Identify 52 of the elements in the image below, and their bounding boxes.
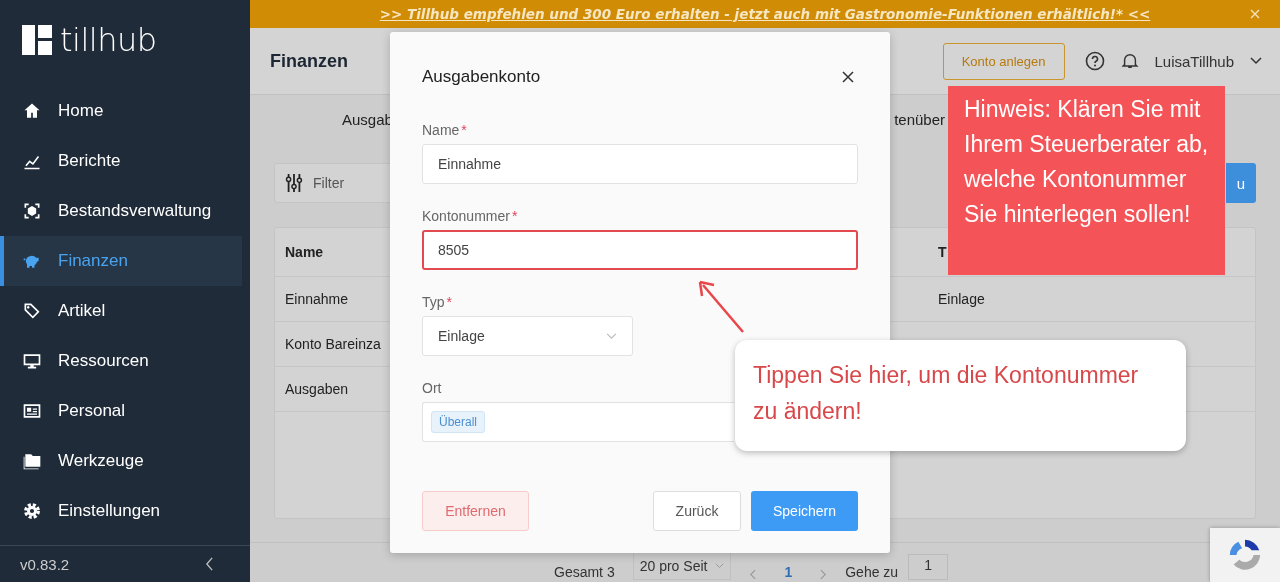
field-label: Kontonummer* bbox=[422, 208, 519, 224]
chevron-down-icon[interactable] bbox=[1250, 57, 1262, 65]
logo-icon bbox=[22, 25, 52, 55]
field-label: Typ* bbox=[422, 294, 454, 310]
back-button[interactable]: Zurück bbox=[653, 491, 741, 531]
nav-icon bbox=[22, 201, 42, 221]
bell-icon[interactable] bbox=[1120, 51, 1139, 71]
nav-item[interactable]: Finanzen bbox=[0, 236, 242, 286]
dialog-title: Ausgabenkonto bbox=[422, 67, 541, 87]
nav-icon bbox=[22, 301, 42, 321]
nav-icon bbox=[22, 101, 42, 121]
nav-icon bbox=[22, 401, 42, 421]
user-menu[interactable]: LuisaTillhub bbox=[1154, 52, 1234, 70]
goto-field[interactable]: 1 bbox=[908, 554, 948, 580]
table-cell: Einlage bbox=[938, 291, 985, 307]
help-icon[interactable] bbox=[1084, 51, 1105, 71]
nav-item[interactable]: Personal bbox=[0, 386, 242, 436]
input-field[interactable]: 8505 bbox=[422, 230, 858, 270]
nav-item[interactable]: Einstellungen bbox=[0, 486, 242, 536]
table-cell: Ausgaben bbox=[285, 381, 349, 397]
column-header: Name bbox=[285, 244, 324, 260]
type-select[interactable]: Einlage bbox=[422, 316, 633, 356]
collapse-icon[interactable] bbox=[205, 557, 214, 571]
location-tag: Überall bbox=[431, 411, 485, 433]
nav-item[interactable]: Werkzeuge bbox=[0, 436, 242, 486]
field-label: Name* bbox=[422, 122, 468, 138]
chevron-down-icon bbox=[606, 332, 617, 340]
column-header: T bbox=[938, 244, 947, 260]
chevron-down-icon bbox=[715, 563, 725, 569]
logo-text: tillhub bbox=[60, 21, 157, 59]
sliders-icon bbox=[285, 173, 303, 193]
table-cell: Einnahme bbox=[285, 291, 349, 307]
nav-item[interactable]: Home bbox=[0, 86, 242, 136]
goto-label: Gehe zu bbox=[845, 564, 899, 580]
hint-tooltip: Hinweis: Klären Sie mit Ihrem Steuerberater ab, welche Kontonummer Sie hinterlegen sollen! bbox=[948, 86, 1225, 275]
nav-item[interactable]: Ressourcen bbox=[0, 336, 242, 386]
instruction-tooltip: Tippen Sie hier, um die Kontonummer zu ändern! bbox=[735, 340, 1186, 451]
nav-icon bbox=[22, 451, 42, 471]
nav-item[interactable]: Berichte bbox=[0, 136, 242, 186]
tab[interactable]: tenüber bbox=[894, 110, 945, 128]
settings-icon bbox=[22, 501, 42, 521]
close-icon[interactable] bbox=[842, 71, 854, 83]
pointer-arrow bbox=[697, 279, 747, 335]
field-label: Ort bbox=[422, 380, 443, 396]
nav-item[interactable]: Artikel bbox=[0, 286, 242, 336]
nav-icon bbox=[22, 351, 42, 371]
total-count: Gesamt 3 bbox=[554, 564, 615, 580]
input-field[interactable]: Einnahme bbox=[422, 144, 858, 184]
page-title: Finanzen bbox=[270, 50, 348, 72]
table-cell: Konto Bareinza bbox=[285, 336, 381, 352]
nav-item[interactable]: Bestandsverwaltung bbox=[0, 186, 242, 236]
version-label: v0.83.2 bbox=[20, 555, 70, 573]
